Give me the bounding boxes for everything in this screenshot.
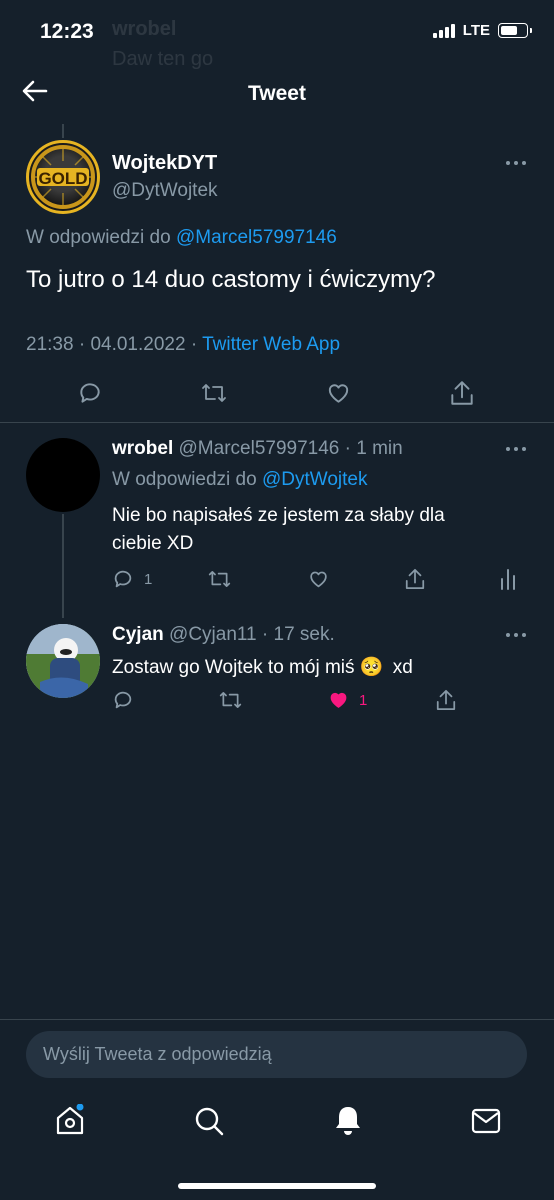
reply-header: wrobel @Marcel57997146 · 1 min	[112, 438, 403, 459]
like-icon[interactable]	[325, 380, 352, 406]
liked-heart-icon[interactable]	[327, 689, 350, 711]
share-icon[interactable]	[404, 567, 426, 591]
more-options-icon[interactable]	[506, 447, 526, 451]
tweet-time: 21:38	[26, 334, 74, 355]
reply-time: 17 sek.	[273, 624, 335, 645]
divider	[0, 422, 554, 423]
reply-icon[interactable]	[77, 380, 103, 406]
reply-handle[interactable]: @Marcel57997146	[179, 438, 340, 459]
avatar[interactable]: GOLD	[26, 140, 100, 214]
reply-time: 1 min	[356, 438, 403, 459]
reply-display-name[interactable]: Cyjan	[112, 624, 164, 645]
share-icon[interactable]	[449, 379, 475, 407]
search-icon[interactable]	[194, 1106, 224, 1136]
top-header: Tweet	[0, 62, 554, 124]
more-options-icon[interactable]	[506, 633, 526, 637]
tweet-source[interactable]: Twitter Web App	[202, 334, 340, 355]
reply-text-main: Zostaw go Wojtek to mój miś	[112, 657, 355, 678]
retweet-icon[interactable]	[200, 380, 228, 406]
reply-compose-placeholder: Wyślij Tweeta z odpowiedzią	[43, 1044, 272, 1064]
reply-icon[interactable]	[112, 689, 134, 711]
author-display-name[interactable]: WojtekDYT	[112, 152, 217, 175]
replying-to-link[interactable]: @Marcel57997146	[176, 227, 337, 248]
reply-text-line: ciebie XD	[112, 533, 194, 554]
author-handle[interactable]: @DytWojtek	[112, 180, 218, 202]
reply-handle[interactable]: @Cyjan11	[169, 624, 257, 645]
reply-header: Cyjan @Cyjan11 · 17 sek.	[112, 624, 335, 645]
replying-to-link[interactable]: @DytWojtek	[262, 469, 368, 490]
tweet-meta: 21:38 · 04.01.2022 · Twitter Web App	[26, 334, 341, 355]
reply-compose-input[interactable]: Wyślij Tweeta z odpowiedzią	[26, 1031, 527, 1078]
analytics-icon[interactable]	[499, 568, 517, 590]
reply-text-suffix: xd	[392, 657, 413, 678]
replying-prefix: W odpowiedzi do	[26, 227, 171, 248]
background-tweet-name: wrobel	[112, 18, 177, 40]
avatar[interactable]	[26, 624, 100, 698]
thread-line-top	[62, 124, 64, 138]
replying-to-line: W odpowiedzi do @Marcel57997146	[26, 227, 337, 249]
messages-mail-icon[interactable]	[471, 1108, 501, 1134]
reply-text-line: Nie bo napisałeś ze jestem za słaby dla	[112, 505, 445, 526]
avatar-text: GOLD	[38, 169, 88, 188]
tweet-date: 04.01.2022	[90, 334, 186, 355]
replying-prefix: W odpowiedzi do	[112, 469, 257, 490]
retweet-icon[interactable]	[218, 689, 243, 711]
retweet-icon[interactable]	[207, 568, 232, 590]
like-icon[interactable]	[307, 568, 330, 590]
home-icon[interactable]	[55, 1104, 85, 1136]
home-indicator[interactable]	[178, 1183, 376, 1189]
avatar[interactable]	[26, 438, 100, 512]
reply-text: Zostaw go Wojtek to mój miś 🥺 xd	[112, 655, 413, 679]
reply-icon[interactable]	[112, 568, 134, 590]
avatar-image	[26, 624, 100, 698]
like-count: 1	[359, 692, 368, 709]
tweet-text: To jutro o 14 duo castomy i ćwiczymy?	[26, 266, 436, 293]
reply-display-name[interactable]: wrobel	[112, 438, 173, 459]
notifications-bell-icon[interactable]	[333, 1104, 363, 1138]
share-icon[interactable]	[435, 688, 457, 712]
replying-to-line: W odpowiedzi do @DytWojtek	[112, 469, 368, 491]
thread-line	[62, 514, 64, 618]
page-title: Tweet	[248, 82, 306, 105]
divider	[0, 1019, 554, 1020]
reply-count: 1	[144, 571, 153, 588]
pleading-face-emoji: 🥺	[359, 656, 384, 678]
more-options-icon[interactable]	[506, 161, 526, 165]
